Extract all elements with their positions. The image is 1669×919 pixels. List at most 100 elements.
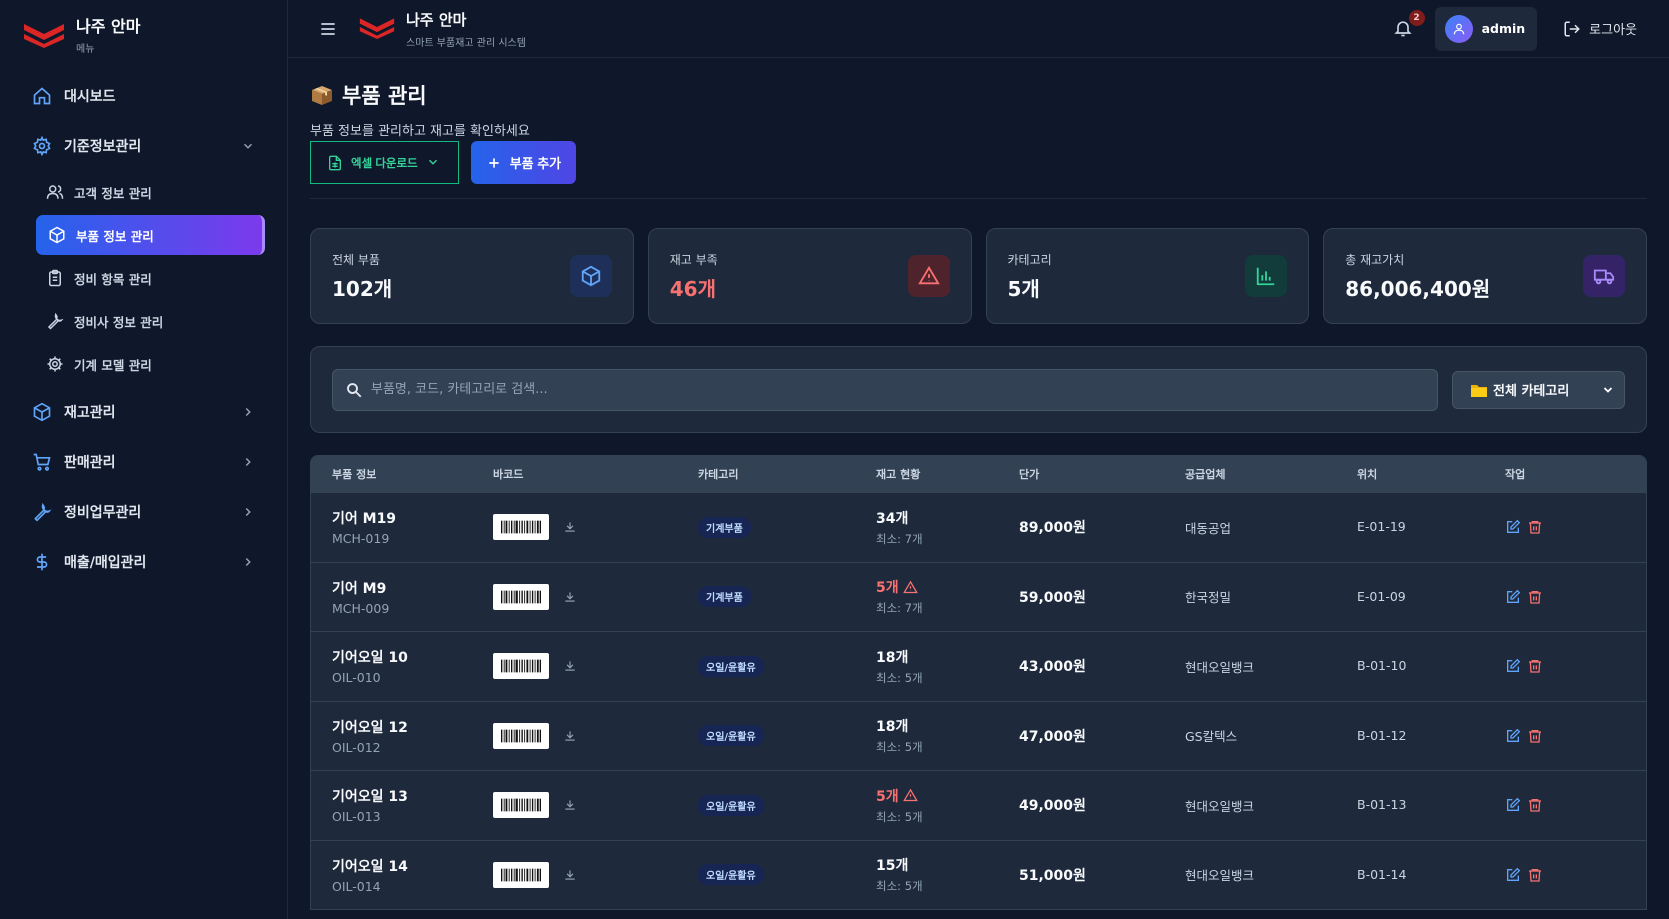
sidebar-item-label: 재고관리 [64, 405, 116, 421]
table-row[interactable]: 기어오일 10 OIL-010 오일/윤활유 18개 최소: 5개 43,000… [311, 631, 1646, 701]
avatar [1444, 14, 1473, 43]
location: E-01-19 [1357, 519, 1406, 535]
table-row[interactable]: 기어오일 12 OIL-012 오일/윤활유 18개 최소: 5개 47,000… [311, 700, 1646, 771]
chevron-right-icon [241, 455, 255, 469]
category-select-value: 전체 카테고리 [1493, 384, 1570, 399]
sidebar-item-master-data[interactable]: 기준정보관리 [22, 126, 265, 166]
barcode-image[interactable] [493, 792, 549, 819]
column-header: 작업 [1505, 468, 1526, 481]
page-actions: 엑셀 다운로드 부품 추가 [310, 141, 1647, 199]
supplier: 현대오일뱅크 [1185, 659, 1255, 675]
user-menu[interactable]: admin [1434, 6, 1538, 51]
unit-price: 51,000원 [1019, 867, 1086, 884]
column-header[interactable]: 카테고리 [698, 466, 876, 482]
stats-row: 전체 부품 102개 재고 부족 46개 카테고리 5개 총 재고가치 86,0… [310, 228, 1647, 324]
edit-icon[interactable] [1505, 797, 1521, 813]
category-badge: 기계부품 [698, 586, 751, 608]
search-input[interactable] [371, 382, 1425, 397]
sidebar-item-maintenance[interactable]: 정비업무관리 [22, 492, 265, 532]
edit-icon[interactable] [1505, 519, 1521, 535]
stock-count: 15개 [876, 855, 1019, 875]
barcode-image[interactable] [493, 583, 549, 610]
download-icon[interactable] [563, 590, 577, 604]
download-icon[interactable] [563, 868, 577, 882]
sidebar-item-parts[interactable]: 부품 정보 관리 [36, 215, 265, 255]
page-content: 부품 관리 부품 정보를 관리하고 재고를 확인하세요 엑셀 다운로드 부품 추… [288, 58, 1669, 919]
column-header[interactable]: 바코드 [493, 466, 698, 482]
stock-minimum: 최소: 7개 [876, 531, 923, 546]
barcode-image[interactable] [493, 514, 549, 541]
column-header[interactable]: 부품 정보 [311, 466, 493, 482]
trash-icon[interactable] [1527, 658, 1543, 674]
brand-subtitle: 메뉴 [76, 44, 95, 55]
trash-icon[interactable] [1527, 728, 1543, 744]
category-select[interactable]: 전체 카테고리 [1452, 370, 1625, 409]
download-icon[interactable] [563, 798, 577, 812]
sidebar-item-inventory[interactable]: 재고관리 [22, 392, 265, 432]
column-header[interactable]: 공급업체 [1185, 466, 1357, 482]
stock-value: 18개 [876, 719, 909, 736]
stat-label: 총 재고가치 [1345, 252, 1405, 267]
stat-value: 46개 [669, 276, 716, 301]
part-code: MCH-009 [332, 600, 390, 616]
topbar: 나주 안마 스마트 부품재고 관리 시스템 2 admin 로그아웃 [288, 0, 1669, 58]
stat-card-total-value: 총 재고가치 86,006,400원 [1323, 228, 1647, 324]
table-row[interactable]: 기어오일 14 OIL-014 오일/윤활유 15개 최소: 5개 51,000… [311, 839, 1646, 910]
logout-icon [1563, 20, 1581, 38]
sidebar-item-revenue[interactable]: 매출/매입관리 [22, 542, 265, 582]
logo-icon [22, 20, 66, 48]
barcode-image[interactable] [493, 722, 549, 749]
edit-icon[interactable] [1505, 728, 1521, 744]
sidebar-item-label: 부품 정보 관리 [76, 228, 154, 244]
stat-card-categories: 카테고리 5개 [985, 228, 1310, 324]
add-part-button[interactable]: 부품 추가 [470, 141, 577, 184]
sidebar-item-maintenance-items[interactable]: 정비 항목 관리 [22, 258, 265, 298]
trash-icon[interactable] [1527, 867, 1543, 883]
spreadsheet-icon [327, 155, 343, 171]
column-header[interactable]: 단가 [1019, 466, 1185, 482]
excel-download-button[interactable]: 엑셀 다운로드 [310, 141, 459, 184]
hamburger-menu-icon[interactable] [318, 19, 338, 39]
download-icon[interactable] [563, 659, 577, 673]
unit-price: 59,000원 [1019, 589, 1086, 606]
column-header[interactable]: 위치 [1357, 466, 1505, 482]
barcode-image[interactable] [493, 861, 549, 888]
table-row[interactable]: 기어오일 13 OIL-013 오일/윤활유 5개 최소: 5개 49,000원… [311, 770, 1646, 840]
part-code: MCH-019 [332, 531, 390, 547]
part-code: OIL-012 [332, 739, 381, 755]
notification-badge: 2 [1408, 9, 1425, 26]
notification-bell-icon[interactable]: 2 [1393, 9, 1425, 40]
trash-icon[interactable] [1527, 797, 1543, 813]
download-icon[interactable] [563, 729, 577, 743]
edit-icon[interactable] [1505, 867, 1521, 883]
sidebar-item-mechanics[interactable]: 정비사 정보 관리 [22, 301, 265, 341]
edit-icon[interactable] [1505, 658, 1521, 674]
sidebar-item-dashboard[interactable]: 대시보드 [22, 76, 265, 116]
sidebar-item-machine-models[interactable]: 기계 모델 관리 [22, 344, 265, 384]
sidebar-nav: 대시보드 기준정보관리 고객 정보 관리 부품 정보 관리 정비 항목 관리 정… [22, 76, 265, 582]
logout-button[interactable]: 로그아웃 [1551, 19, 1649, 38]
part-name: 기어오일 13 [332, 789, 408, 806]
sidebar-item-customers[interactable]: 고객 정보 관리 [22, 172, 265, 212]
edit-icon[interactable] [1505, 589, 1521, 605]
stat-value: 86,006,400원 [1345, 276, 1491, 301]
table-row[interactable]: 기어 M9 MCH-009 기계부품 5개 최소: 7개 59,000원 한국정… [311, 561, 1646, 632]
supplier: GS칼텍스 [1185, 729, 1238, 745]
trash-icon[interactable] [1527, 589, 1543, 605]
stock-value: 18개 [876, 649, 909, 666]
part-name: 기어 M19 [332, 511, 397, 528]
column-header[interactable]: 재고 현황 [876, 466, 1019, 482]
sidebar-item-sales[interactable]: 판매관리 [22, 442, 265, 482]
download-icon[interactable] [563, 520, 577, 534]
unit-price: 49,000원 [1019, 798, 1086, 815]
part-code: OIL-014 [332, 878, 381, 894]
chevron-down-icon [426, 155, 442, 171]
stat-label: 재고 부족 [669, 252, 718, 267]
barcode-image[interactable] [493, 653, 549, 680]
table-row[interactable]: 기어 M19 MCH-019 기계부품 34개 최소: 7개 89,000원 대… [311, 492, 1646, 562]
app-subtitle: 스마트 부품재고 관리 시스템 [406, 37, 526, 49]
logo-icon [358, 15, 396, 43]
stock-minimum: 최소: 5개 [876, 879, 923, 894]
table-body: 기어 M19 MCH-019 기계부품 34개 최소: 7개 89,000원 대… [311, 492, 1646, 909]
trash-icon[interactable] [1527, 519, 1543, 535]
